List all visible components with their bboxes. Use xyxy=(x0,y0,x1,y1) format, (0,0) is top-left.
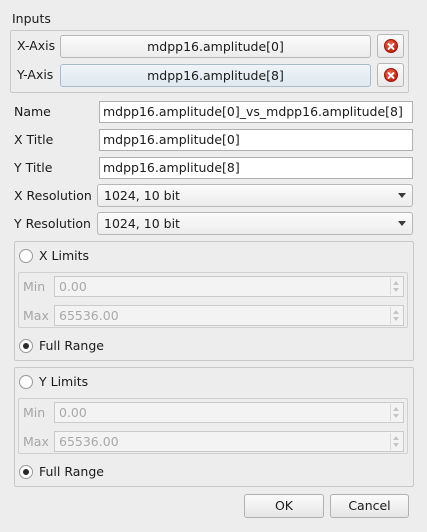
y-resolution-select[interactable]: 1024, 10 bit xyxy=(97,212,413,235)
y-min-value: 0.00 xyxy=(59,405,87,420)
y-full-range-label: Full Range xyxy=(39,464,104,479)
x-resolution-select[interactable]: 1024, 10 bit xyxy=(97,184,413,207)
x-axis-label: X-Axis xyxy=(17,38,56,53)
x-resolution-label: X Resolution xyxy=(14,188,92,203)
y-min-spinbox[interactable]: 0.00 xyxy=(54,402,404,423)
y-min-label: Min xyxy=(23,405,46,420)
chevron-down-icon xyxy=(398,221,406,226)
y-max-value: 65536.00 xyxy=(59,434,119,449)
cancel-button[interactable]: Cancel xyxy=(330,494,409,518)
ok-button[interactable]: OK xyxy=(244,494,324,518)
y-limits-radio[interactable] xyxy=(19,375,33,389)
x-max-value: 65536.00 xyxy=(59,308,119,323)
x-resolution-value: 1024, 10 bit xyxy=(104,188,180,203)
name-field[interactable]: mdpp16.amplitude[0]_vs_mdpp16.amplitude[… xyxy=(99,101,413,123)
y-resolution-label: Y Resolution xyxy=(14,216,91,231)
remove-icon xyxy=(384,39,398,53)
chevron-down-icon xyxy=(398,193,406,198)
x-limits-radio-label: X Limits xyxy=(39,248,90,263)
x-full-range-radio[interactable] xyxy=(19,339,33,353)
x-min-spinbox[interactable]: 0.00 xyxy=(54,276,404,297)
spin-arrows-icon[interactable] xyxy=(390,278,402,295)
spin-arrows-icon[interactable] xyxy=(390,307,402,324)
y-max-label: Max xyxy=(23,434,49,449)
y-axis-label: Y-Axis xyxy=(17,67,54,82)
x-max-spinbox[interactable]: 65536.00 xyxy=(54,305,404,326)
inputs-group-title: Inputs xyxy=(12,11,51,26)
remove-icon xyxy=(384,68,398,82)
x-min-value: 0.00 xyxy=(59,279,87,294)
x-min-label: Min xyxy=(23,279,46,294)
y-title-field[interactable]: mdpp16.amplitude[8] xyxy=(99,157,413,179)
remove-x-axis-button[interactable] xyxy=(377,34,404,58)
spin-arrows-icon[interactable] xyxy=(390,404,402,421)
x-full-range-label: Full Range xyxy=(39,338,104,353)
y-max-spinbox[interactable]: 65536.00 xyxy=(54,431,404,452)
spin-arrows-icon[interactable] xyxy=(390,433,402,450)
y-title-label: Y Title xyxy=(14,160,53,175)
name-label: Name xyxy=(14,104,51,119)
x-title-field[interactable]: mdpp16.amplitude[0] xyxy=(99,129,413,151)
x-max-label: Max xyxy=(23,308,49,323)
y-full-range-radio[interactable] xyxy=(19,465,33,479)
remove-y-axis-button[interactable] xyxy=(377,63,404,87)
x-limits-radio[interactable] xyxy=(19,249,33,263)
y-axis-input-button[interactable]: mdpp16.amplitude[8] xyxy=(60,64,371,87)
y-resolution-value: 1024, 10 bit xyxy=(104,216,180,231)
x-title-label: X Title xyxy=(14,132,54,147)
y-limits-radio-label: Y Limits xyxy=(39,374,89,389)
x-axis-input-button[interactable]: mdpp16.amplitude[0] xyxy=(60,35,371,58)
